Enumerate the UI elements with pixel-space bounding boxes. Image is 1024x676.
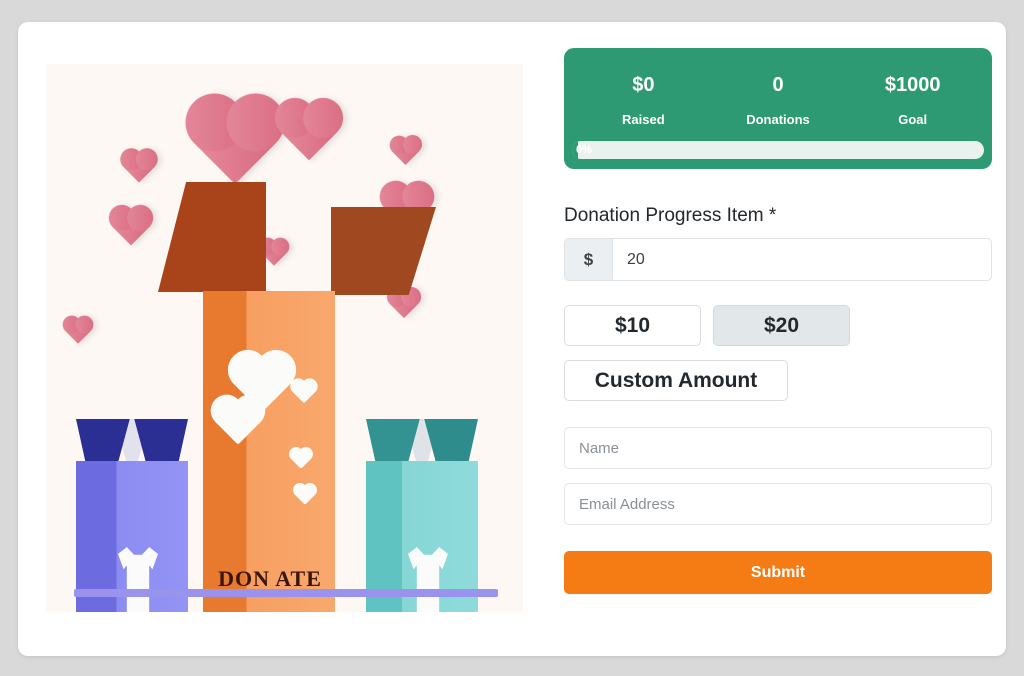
raised-label: Raised — [622, 112, 665, 127]
box-flap-left — [366, 419, 420, 463]
box-flap-right — [331, 207, 436, 295]
email-input[interactable] — [564, 483, 992, 525]
heart-icon — [193, 101, 277, 185]
donation-illustration: DON ATE DON ATE DON ATE — [46, 64, 523, 612]
amount-button-20[interactable]: $20 — [713, 305, 850, 346]
donation-widget-card: DON ATE DON ATE DON ATE — [18, 22, 1006, 656]
heart-icon — [65, 318, 91, 344]
box-flap-right — [424, 419, 478, 463]
content-row: DON ATE DON ATE DON ATE — [18, 22, 1006, 656]
name-input[interactable] — [564, 427, 992, 469]
amount-input-group: $ — [564, 238, 992, 281]
amount-field-label: Donation Progress Item * — [564, 205, 777, 226]
donation-form: $0 Raised 0 Donations $1000 Goal 0% Dona… — [564, 48, 992, 648]
heart-icon — [392, 138, 419, 165]
amount-button-10[interactable]: $10 — [564, 305, 701, 346]
progress-bar: 0% — [572, 141, 984, 159]
tshirt-icon — [408, 547, 448, 612]
preset-amount-group: $10 $20 Custom Amount — [564, 305, 992, 401]
ground-line — [74, 589, 498, 597]
stat-donations: 0 Donations — [711, 72, 846, 127]
custom-amount-button[interactable]: Custom Amount — [564, 360, 788, 401]
box-flap-left — [158, 182, 266, 292]
right-donation-box: DON ATE — [366, 419, 478, 612]
progress-bar-label: 0% — [576, 144, 592, 156]
goal-label: Goal — [898, 112, 928, 127]
heart-icon — [123, 151, 155, 183]
heart-icon — [280, 103, 338, 161]
raised-value: $0 — [632, 74, 655, 96]
progress-card: $0 Raised 0 Donations $1000 Goal 0% — [564, 48, 992, 169]
stat-raised: $0 Raised — [576, 72, 711, 127]
stat-goal: $1000 Goal — [845, 72, 980, 127]
currency-symbol-icon: $ — [565, 239, 613, 280]
heart-icon — [112, 208, 150, 246]
donations-value: 0 — [772, 74, 784, 96]
donations-label: Donations — [746, 112, 810, 127]
amount-input[interactable] — [613, 239, 991, 280]
left-donation-box: DON ATE — [76, 419, 188, 612]
submit-button[interactable]: Submit — [564, 551, 992, 594]
main-donation-box — [203, 291, 335, 612]
goal-value: $1000 — [884, 74, 941, 96]
tshirt-icon — [118, 547, 158, 612]
stats-row: $0 Raised 0 Donations $1000 Goal — [572, 56, 984, 141]
box-flap-left — [76, 419, 130, 463]
box-flap-right — [134, 419, 188, 463]
